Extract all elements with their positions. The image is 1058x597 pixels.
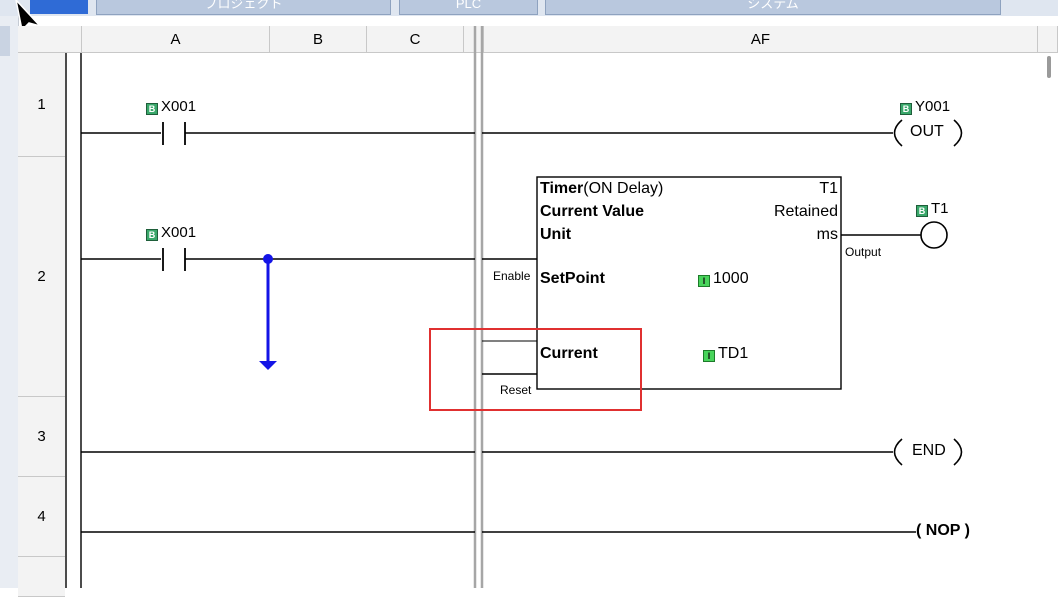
- timer-title-line[interactable]: Timer(ON Delay): [540, 180, 663, 198]
- timer-unit-label: Unit: [540, 226, 572, 243]
- bit-device-icon: B: [900, 103, 912, 115]
- bit-device-icon: B: [916, 205, 928, 217]
- rung3-end-instruction[interactable]: END: [912, 442, 946, 460]
- timer-current-value: Retained: [773, 203, 838, 220]
- timer-current-value-label: Current Value: [540, 203, 645, 220]
- output-coil: [920, 221, 948, 249]
- bit-device-icon: B: [146, 103, 158, 115]
- rung1-coil[interactable]: B Y001: [900, 98, 950, 115]
- timer-output-pin: Output: [845, 245, 882, 259]
- rung1-coil-text: OUT: [910, 123, 944, 140]
- rung1-coil-label: Y001: [915, 98, 951, 115]
- rung1-contact[interactable]: B X001: [146, 98, 196, 115]
- rung1-coil-left-paren: [893, 119, 903, 147]
- timer-reset-pin: Reset: [500, 383, 532, 397]
- timer-unit: ms: [816, 226, 838, 243]
- timer-id: T1: [819, 180, 838, 197]
- rung3-end-left-paren: [893, 438, 903, 466]
- rung4-nop-instruction[interactable]: ( NOP ): [916, 522, 970, 540]
- timer-enable-pin: Enable: [493, 269, 531, 283]
- timer-current-label: Current: [540, 345, 598, 362]
- rung3-end-right-paren: [953, 438, 963, 466]
- timer-current-device: TD1: [718, 345, 749, 362]
- rung2-contact-label: X001: [161, 224, 197, 241]
- int-device-icon: I: [703, 350, 715, 362]
- rung1-coil-right-paren: [953, 119, 963, 147]
- branch-connector-dot: [263, 254, 273, 264]
- timer-setpoint[interactable]: I 1000: [698, 270, 749, 288]
- branch-connector-arrow-icon: [259, 361, 277, 370]
- rung2-output-coil[interactable]: B T1: [916, 200, 949, 217]
- int-device-icon: I: [698, 275, 710, 287]
- bit-device-icon: B: [146, 229, 158, 241]
- ladder-diagram: [65, 26, 963, 588]
- rung2-contact[interactable]: B X001: [146, 224, 196, 241]
- timer-setpoint-value: 1000: [713, 270, 749, 287]
- rung1-contact-label: X001: [161, 98, 197, 115]
- timer-title: Timer: [540, 180, 584, 197]
- timer-setpoint-label: SetPoint: [540, 270, 605, 287]
- timer-mode: (ON Delay): [583, 180, 664, 197]
- timer-current[interactable]: I TD1: [703, 345, 748, 363]
- rung2-output-coil-label: T1: [931, 200, 949, 217]
